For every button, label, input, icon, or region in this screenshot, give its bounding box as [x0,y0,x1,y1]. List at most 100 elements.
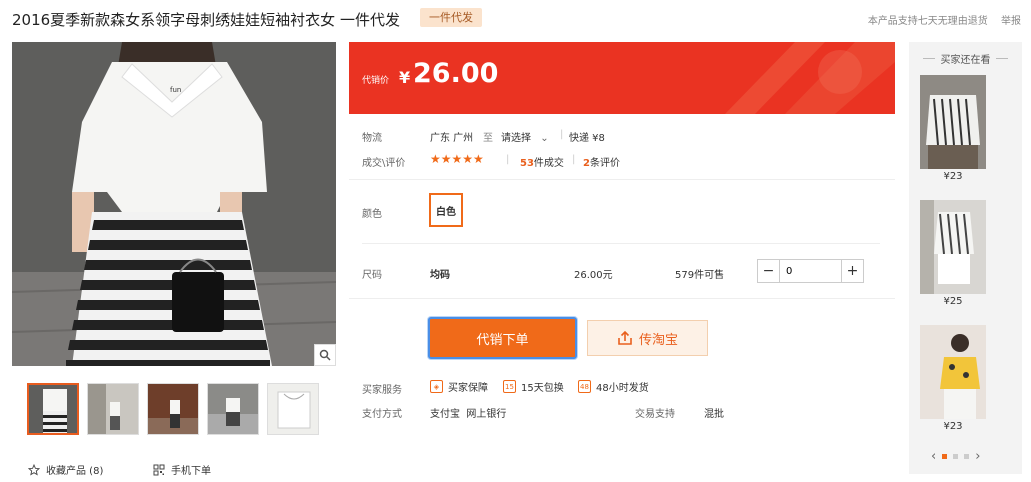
review-count: 2 [583,158,590,169]
thumbnail-5-image [268,384,318,434]
pager-dot-2[interactable] [953,454,959,459]
15-days-icon: 15 [503,380,516,393]
thumbnail-1[interactable] [27,383,79,435]
logistics-separator: | [560,129,564,140]
thumbnail-5[interactable] [267,383,319,435]
service-buyer-protection: ◈ 买家保障 [430,379,488,394]
header-line-left [923,58,935,59]
service-1-label: 买家保障 [448,383,488,394]
sold-count: 53 [520,158,534,169]
color-label: 颜色 [362,209,382,220]
payment-label: 支付方式 [362,409,402,420]
review-suffix: 条评价 [589,158,620,169]
sold-count-group: 53件成交 [520,154,564,169]
stock-available: 579件可售 [675,270,725,281]
also-viewed-item-2[interactable]: ¥25 [920,200,986,307]
deals-separator-1: | [506,154,510,165]
chevron-down-icon: ⌄ [540,133,549,144]
qrcode-icon [153,464,165,475]
next-arrow-icon[interactable]: › [975,449,980,464]
divider-3 [349,298,895,299]
also-viewed-item-2-image [920,200,986,294]
thumbnail-2[interactable] [87,383,139,435]
price-label: 代销价 [362,76,390,86]
thumbnail-1-image [29,385,77,433]
thumbnail-strip [27,383,319,435]
also-viewed-item-3-photo [920,325,986,419]
also-viewed-pager: ‹ › [931,449,980,464]
prev-arrow-icon[interactable]: ‹ [931,449,936,464]
logistics-label: 物流 [362,133,382,144]
thumbnail-3-image [148,384,198,434]
divider-1 [349,179,895,180]
pager-dot-3[interactable] [964,454,970,459]
thumbnail-4-image [208,384,258,434]
size-value: 均码 [430,270,450,281]
quantity-stepper: − + [757,259,864,283]
quantity-input[interactable] [780,260,841,282]
report-link[interactable]: 举报 [1001,16,1021,27]
svg-text:fun: fun [170,86,181,94]
product-title: 2016夏季新款森女系领字母刺绣娃娃短袖衬衣女 一件代发 [12,11,400,29]
drop-ship-order-button[interactable]: 代销下单 [428,317,577,359]
increase-quantity-button[interactable]: + [841,260,863,282]
decrease-quantity-button[interactable]: − [758,260,780,282]
express-fee: 快递 ¥8 [569,133,605,144]
sold-suffix: 件成交 [533,158,564,169]
unit-price: 26.00元 [574,270,613,281]
also-viewed-item-2-price: ¥25 [943,296,963,307]
also-viewed-item-3-price: ¥23 [943,421,963,432]
destination-select[interactable]: 请选择 ⌄ [501,129,549,144]
service-15-day-exchange: 15 15天包换 [503,379,564,394]
divider-2 [362,243,880,244]
upload-to-taobao-label: 传淘宝 [638,332,678,348]
ship-from: 广东 广州 [430,133,474,144]
trade-support-label: 交易支持 [635,409,675,420]
rating-stars: ★★★★★ [430,152,484,166]
service-3-label: 48小时发货 [596,383,649,394]
service-48h-shipping: 48 48小时发货 [578,379,649,394]
also-viewed-item-2-photo [920,200,986,294]
pager-dot-1[interactable] [942,454,948,459]
deals-label: 成交\评价 [362,158,406,169]
price-value: 26.00 [413,58,499,89]
price-currency: ¥ [399,68,411,87]
also-viewed-item-3[interactable]: ¥23 [920,325,986,432]
price-bar: 代销价 ¥ 26.00 [349,42,895,114]
trade-support-value: 混批 [704,409,724,420]
price-bar-decoration [725,42,895,114]
main-product-image[interactable]: fun [12,42,336,366]
thumbnail-4[interactable] [207,383,259,435]
mobile-order-label: 手机下单 [171,466,211,477]
upload-icon [618,330,632,345]
services-label: 买家服务 [362,385,402,396]
top-links: 本产品支持七天无理由退货 举报 [858,12,1021,27]
color-option-white[interactable]: 白色 [429,193,463,227]
also-viewed-item-1-price: ¥23 [943,171,963,182]
star-outline-icon [28,463,40,476]
zoom-button[interactable] [314,344,336,366]
also-viewed-item-3-image [920,325,986,419]
also-viewed-item-1[interactable]: ¥23 [920,75,986,182]
thumbnail-3[interactable] [147,383,199,435]
magnifier-icon [319,349,331,361]
also-viewed-panel: 买家还在看 ¥23 ¥25 ¥23 ‹ › [909,42,1022,474]
also-viewed-item-1-photo [920,75,986,169]
mobile-order-button[interactable]: 手机下单 [153,462,211,477]
to-word: 至 [483,133,493,144]
thumbnail-2-image [88,384,138,434]
shield-icon: ◈ [430,380,443,393]
payment-methods: 支付宝 网上银行 [430,409,507,420]
48-hours-icon: 48 [578,380,591,393]
also-viewed-item-1-image [920,75,986,169]
drop-ship-badge: 一件代发 [420,8,482,27]
service-2-label: 15天包换 [521,383,564,394]
destination-select-value: 请选择 [501,133,531,144]
header-line-right [996,58,1008,59]
favorite-product-button[interactable]: 收藏产品 (8) [28,462,103,477]
review-count-group[interactable]: 2条评价 [583,154,620,169]
size-label: 尺码 [362,270,382,281]
return-policy-link[interactable]: 本产品支持七天无理由退货 [868,16,988,27]
upload-to-taobao-button[interactable]: 传淘宝 [587,320,708,356]
product-photo: fun [12,42,336,366]
